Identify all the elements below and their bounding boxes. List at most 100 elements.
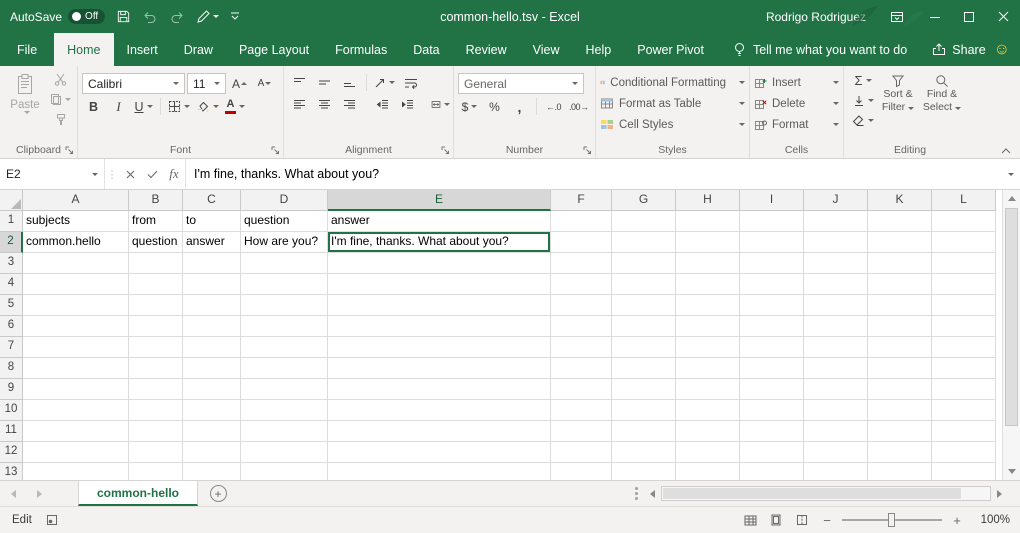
cell-J12[interactable] [804,442,868,463]
italic-button[interactable]: I [107,97,130,116]
row-header-5[interactable]: 5 [0,295,23,316]
cell-L4[interactable] [932,274,996,295]
vertical-scroll-thumb[interactable] [1005,208,1018,426]
cell-B2[interactable]: question [129,232,183,253]
tabbar-resize-handle[interactable] [628,481,644,506]
ribbon-tab-view[interactable]: View [520,33,573,66]
cell-C7[interactable] [183,337,241,358]
orientation-button[interactable] [372,73,397,92]
format-as-table-button[interactable]: Format as Table [600,94,745,113]
cell-F4[interactable] [551,274,612,295]
scroll-left-button[interactable] [644,485,661,502]
increase-indent-button[interactable] [396,95,419,114]
cell-E10[interactable] [328,400,551,421]
cell-C4[interactable] [183,274,241,295]
bottom-align-button[interactable] [338,73,361,92]
cell-E12[interactable] [328,442,551,463]
cell-A13[interactable] [23,463,129,480]
cell-B7[interactable] [129,337,183,358]
font-name-combo[interactable]: Calibri [82,73,185,94]
cell-F8[interactable] [551,358,612,379]
previous-sheet-button[interactable] [0,481,26,506]
cell-F2[interactable] [551,232,612,253]
cell-H5[interactable] [676,295,740,316]
insert-function-button[interactable]: fx [163,159,185,189]
decrease-indent-button[interactable] [371,95,394,114]
cell-B6[interactable] [129,316,183,337]
cell-C10[interactable] [183,400,241,421]
cell-A6[interactable] [23,316,129,337]
cell-K12[interactable] [868,442,932,463]
cell-D12[interactable] [241,442,328,463]
cell-C12[interactable] [183,442,241,463]
cell-J2[interactable] [804,232,868,253]
cell-L12[interactable] [932,442,996,463]
zoom-slider[interactable] [842,512,942,528]
cell-K4[interactable] [868,274,932,295]
new-sheet-button[interactable]: + [198,481,238,506]
cell-A8[interactable] [23,358,129,379]
fill-color-button[interactable] [194,97,221,116]
collapse-ribbon-button[interactable] [1001,148,1011,154]
ribbon-tab-insert[interactable]: Insert [114,33,171,66]
cell-K10[interactable] [868,400,932,421]
cell-J4[interactable] [804,274,868,295]
cell-J7[interactable] [804,337,868,358]
cell-E6[interactable] [328,316,551,337]
vertical-scrollbar[interactable] [1002,190,1020,480]
format-cells-button[interactable]: Format [754,115,839,134]
cell-F1[interactable] [551,211,612,232]
touch-mouse-mode-button[interactable] [196,10,219,24]
cell-K11[interactable] [868,421,932,442]
cell-J6[interactable] [804,316,868,337]
cell-C6[interactable] [183,316,241,337]
ribbon-tab-home[interactable]: Home [54,33,113,66]
underline-button[interactable]: U [132,97,155,116]
next-sheet-button[interactable] [26,481,52,506]
cell-I11[interactable] [740,421,804,442]
cell-D5[interactable] [241,295,328,316]
cell-I9[interactable] [740,379,804,400]
find-select-button[interactable]: Find & Select [920,70,964,142]
cell-G7[interactable] [612,337,676,358]
enter-button[interactable] [141,159,163,189]
insert-cells-button[interactable]: Insert [754,73,839,92]
cell-G5[interactable] [612,295,676,316]
cell-H12[interactable] [676,442,740,463]
share-button[interactable]: Share [932,43,985,57]
cell-J11[interactable] [804,421,868,442]
cell-J5[interactable] [804,295,868,316]
cell-L1[interactable] [932,211,996,232]
cell-G10[interactable] [612,400,676,421]
cell-L6[interactable] [932,316,996,337]
cell-D11[interactable] [241,421,328,442]
grid[interactable]: ABCDEFGHIJKL1subjectsfromtoquestionanswe… [0,190,1002,480]
cell-A1[interactable]: subjects [23,211,129,232]
grow-font-button[interactable]: A [228,74,251,93]
row-header-9[interactable]: 9 [0,379,23,400]
autosave-toggle[interactable]: AutoSave Off [10,9,105,24]
paste-button[interactable]: Paste [4,70,46,142]
conditional-formatting-button[interactable]: Conditional Formatting [600,73,745,92]
cell-G3[interactable] [612,253,676,274]
cell-F10[interactable] [551,400,612,421]
zoom-in-button[interactable]: + [948,513,966,528]
alignment-dialog-launcher[interactable] [441,146,450,155]
cell-A2[interactable]: common.hello [23,232,129,253]
accounting-format-button[interactable]: $ [458,97,481,116]
cell-G8[interactable] [612,358,676,379]
cell-D10[interactable] [241,400,328,421]
cell-K9[interactable] [868,379,932,400]
column-header-F[interactable]: F [551,190,612,211]
cell-H8[interactable] [676,358,740,379]
row-header-1[interactable]: 1 [0,211,23,232]
cell-E9[interactable] [328,379,551,400]
cell-E11[interactable] [328,421,551,442]
cell-F9[interactable] [551,379,612,400]
row-header-7[interactable]: 7 [0,337,23,358]
middle-align-button[interactable] [313,73,336,92]
copy-button[interactable] [48,90,73,109]
column-header-K[interactable]: K [868,190,932,211]
cell-J13[interactable] [804,463,868,480]
wrap-text-button[interactable] [399,73,422,92]
